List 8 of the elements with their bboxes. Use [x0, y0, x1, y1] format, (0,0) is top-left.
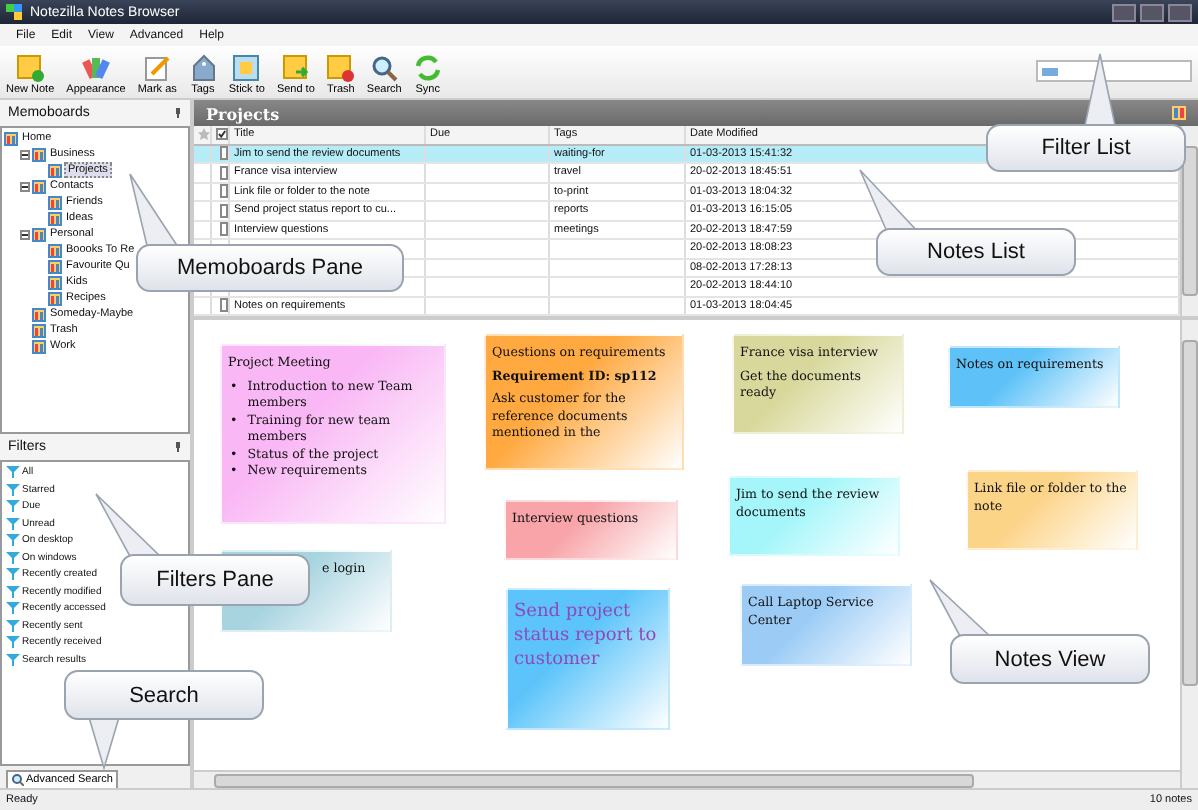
board-title: Projects: [206, 103, 280, 123]
callout-tooltip: Memoboards Pane: [136, 244, 404, 292]
callout-tooltip: Filters Pane: [120, 554, 310, 606]
callout-tooltip: Filter List: [986, 124, 1186, 172]
callout-tooltip: Notes View: [950, 634, 1150, 684]
note-text: Send project status report to customer: [514, 600, 659, 673]
callout-tooltip: Search: [64, 670, 264, 720]
callout-tooltip: Notes List: [876, 228, 1076, 276]
